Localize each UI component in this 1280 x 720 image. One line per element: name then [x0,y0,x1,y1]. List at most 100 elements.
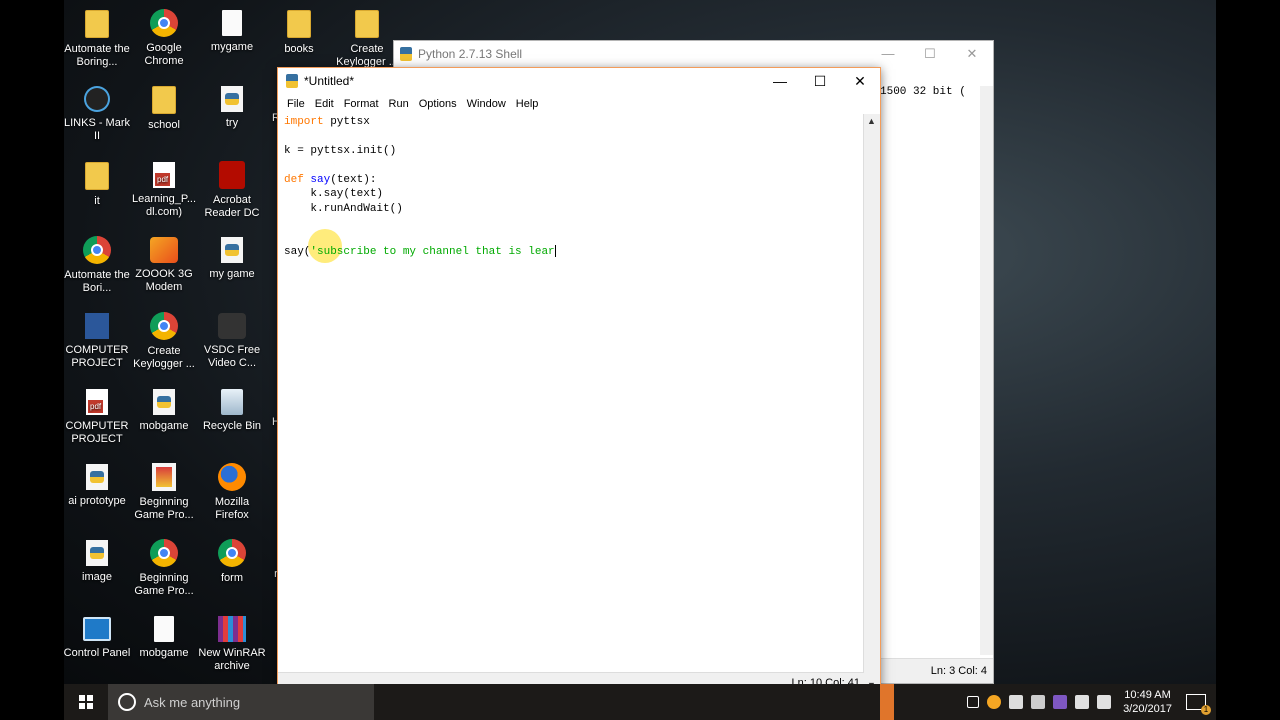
desktop-icon-label: Automate the Boring... [64,43,130,68]
desktop-icon[interactable]: image [64,538,131,584]
code-token: (text): [330,174,377,186]
desktop-icon[interactable]: mobgame [130,614,198,660]
desktop-icon-label: Beginning Game Pro... [134,572,194,597]
folder-icon [85,10,109,38]
app-icon [84,86,110,112]
desktop-icon[interactable]: Mozilla Firefox [198,462,266,522]
cortana-icon [118,693,136,711]
chrome-icon [218,539,246,567]
clock[interactable]: 10:49 AM 3/20/2017 [1123,688,1172,716]
editor-title: *Untitled* [304,74,355,88]
shell-window-controls: — ☐ ✕ [867,41,993,67]
desktop-icon-label: Create Keylogger ... [133,345,195,370]
tray-app-icon[interactable] [1009,695,1024,709]
shell-title: Python 2.7.13 Shell [418,47,523,61]
shell-title-bar[interactable]: Python 2.7.13 Shell — ☐ ✕ [394,41,993,67]
desktop-icon[interactable]: New WinRAR archive [198,614,266,673]
menu-options[interactable]: Options [414,94,462,114]
minimize-icon[interactable]: — [760,68,800,94]
desktop-icon-label: Automate the Bori... [64,269,130,294]
desktop-icon[interactable]: LINKS - Mark II [64,84,131,143]
desktop-icon-label: try [225,117,239,129]
desktop-icon-label: ZOOOK 3G Modem [135,268,193,293]
tray-chevron-icon[interactable] [967,696,980,708]
action-center-icon[interactable] [1186,694,1211,715]
desktop-icon[interactable]: COMPUTER PROJECT [64,311,131,370]
keyword-token: def [284,174,304,186]
desktop-icon[interactable]: Recycle Bin [198,387,266,433]
taskbar-app-idle[interactable] [880,684,894,720]
menu-edit[interactable]: Edit [310,94,339,114]
start-button[interactable] [64,684,108,720]
code-line: def say(text): [284,173,376,187]
editor-title-bar[interactable]: *Untitled* — ☐ ✕ [278,68,880,94]
desktop-icon[interactable]: my game [198,235,266,281]
python-icon [400,47,412,61]
desktop-icon[interactable]: mygame [198,8,266,54]
shell-scrollbar[interactable] [980,86,993,655]
desktop-icon-label: Learning_P... dl.com) [131,193,197,218]
minimize-icon[interactable]: — [867,41,909,67]
desktop-icon-label: image [82,571,112,583]
menu-format[interactable]: Format [339,94,384,114]
desktop-icon[interactable]: Create Keylogger ... [130,311,198,371]
word-icon [85,313,109,339]
desktop-icon-label: COMPUTER PROJECT [65,344,129,369]
desktop-icon[interactable]: school [130,84,198,132]
close-icon[interactable]: ✕ [840,68,880,94]
folder-icon [287,10,311,38]
menu-run[interactable]: Run [384,94,414,114]
shell-output-text: 1500 32 bit ( [880,86,966,98]
menu-file[interactable]: File [282,94,310,114]
desktop-icon[interactable]: ai prototype [64,462,131,508]
desktop-icon[interactable]: Learning_P... dl.com) [130,160,198,219]
desktop-icon[interactable]: Acrobat Reader DC [198,160,266,220]
code-line: k = pyttsx.init() [284,145,397,157]
onenote-icon[interactable] [1053,695,1068,709]
cortana-search-box[interactable]: Ask me anything [108,684,374,720]
desktop-icon[interactable]: mobgame [130,387,198,433]
desktop-icon-label: mobgame [139,647,189,659]
desktop-icon[interactable]: Beginning Game Pro... [130,462,198,522]
file-icon [154,616,174,642]
desktop-icon-label: form [221,572,243,584]
tray-app-icon[interactable] [1031,695,1046,709]
desktop-icon[interactable]: books [265,8,333,56]
code-line: import pyttsx [284,115,370,129]
desktop-icon[interactable]: Automate the Bori... [64,235,131,295]
menu-window[interactable]: Window [462,94,511,114]
scroll-up-icon[interactable]: ▲ [867,116,876,126]
maximize-icon[interactable]: ☐ [800,68,840,94]
desktop-icon[interactable]: it [64,160,131,208]
control-panel-icon [83,617,111,641]
menu-help[interactable]: Help [511,94,544,114]
desktop-icon[interactable]: Create Keylogger ... [333,8,401,69]
desktop-icon[interactable]: Control Panel [64,614,131,660]
right-letterbox [1216,0,1280,720]
folder-icon [85,162,109,190]
editor-scrollbar[interactable]: ▲ ▼ [863,114,880,692]
text-caret [554,245,556,258]
desktop-icon[interactable]: COMPUTER PROJECT [64,387,131,446]
desktop-icon-label: Beginning Game Pro... [134,496,194,521]
desktop-icon[interactable]: form [198,538,266,585]
editor-window-controls: — ☐ ✕ [760,68,880,94]
desktop-icon[interactable]: try [198,84,266,130]
network-icon[interactable] [1075,695,1090,709]
desktop-icon-label: ai prototype [68,495,126,507]
file-icon [222,10,242,36]
desktop-icon[interactable]: Beginning Game Pro... [130,538,198,598]
desktop-icon[interactable]: Google Chrome [130,8,198,68]
code-line: say('subscribe to my channel that is lea… [284,245,556,259]
desktop-icon[interactable]: Automate the Boring... [64,8,131,69]
idle-editor-window[interactable]: *Untitled* — ☐ ✕ File Edit Format Run Op… [277,67,881,693]
book-icon [152,463,176,491]
desktop-icon[interactable]: VSDC Free Video C... [198,311,266,370]
tray-app-icon[interactable] [987,695,1002,709]
desktop-icon[interactable]: ZOOOK 3G Modem [130,235,198,294]
maximize-icon[interactable]: ☐ [909,41,951,67]
close-icon[interactable]: ✕ [951,41,993,67]
desktop-icon-label: mobgame [139,420,189,432]
code-editor[interactable]: import pyttsx k = pyttsx.init() def say(… [278,114,864,672]
volume-icon[interactable] [1097,695,1112,709]
